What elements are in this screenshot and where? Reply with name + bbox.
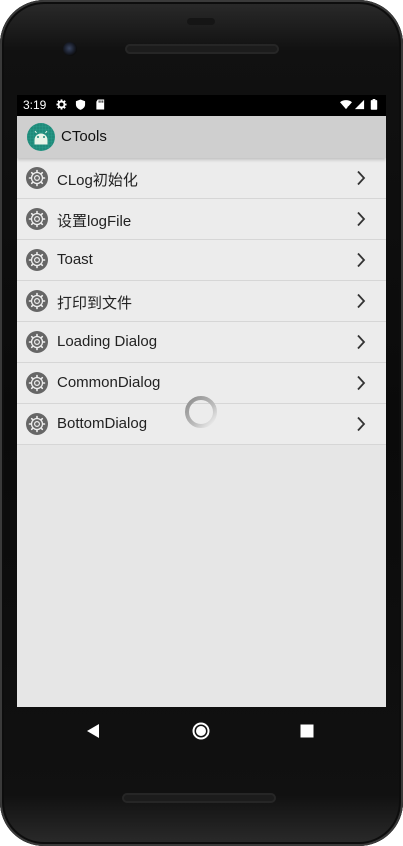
chevron-right-icon	[357, 170, 366, 186]
android-icon	[27, 123, 55, 151]
menu-item-label: Loading Dialog	[57, 333, 158, 350]
top-speaker	[125, 44, 279, 54]
menu-item-label: CommonDialog	[57, 374, 161, 391]
menu-item-toast[interactable]: Toast	[17, 240, 386, 281]
chevron-right-icon	[357, 293, 366, 309]
menu-item-label: 设置logFile	[57, 213, 132, 230]
chevron-right-icon	[357, 416, 366, 432]
recents-icon[interactable]	[297, 721, 317, 741]
screen: 3:19 CTools CLog初始化 设置logFile Toast 打印到文…	[17, 95, 386, 707]
chevron-right-icon	[357, 334, 366, 350]
sd-card-icon	[96, 99, 105, 110]
chevron-right-icon	[357, 211, 366, 227]
menu-item-set-logfile[interactable]: 设置logFile	[17, 199, 386, 240]
gear-icon	[26, 249, 48, 271]
menu-item-loading-dialog[interactable]: Loading Dialog	[17, 322, 386, 363]
menu-item-label: 打印到文件	[57, 295, 133, 312]
status-time: 3:19	[23, 98, 47, 112]
shield-icon	[75, 99, 86, 110]
status-bar: 3:19	[17, 95, 386, 116]
menu-item-label: CLog初始化	[57, 172, 138, 189]
chevron-right-icon	[357, 252, 366, 268]
menu-item-print-to-file[interactable]: 打印到文件	[17, 281, 386, 322]
earpiece	[187, 18, 215, 25]
gear-icon	[26, 331, 48, 353]
bottom-speaker	[122, 793, 276, 803]
menu-item-label: Toast	[57, 251, 93, 268]
back-icon[interactable]	[84, 721, 104, 741]
menu-item-clog-init[interactable]: CLog初始化	[17, 158, 386, 199]
front-camera	[63, 42, 77, 56]
wifi-icon	[340, 100, 352, 110]
app-bar: CTools	[17, 116, 386, 158]
phone-frame: 3:19 CTools CLog初始化 设置logFile Toast 打印到文…	[0, 0, 403, 846]
signal-icon	[354, 99, 365, 110]
gear-icon	[26, 167, 48, 189]
gear-icon	[56, 99, 67, 110]
gear-icon	[26, 208, 48, 230]
menu-item-label: BottomDialog	[57, 415, 148, 432]
gear-icon	[26, 372, 48, 394]
navigation-bar	[0, 707, 403, 752]
gear-icon	[26, 290, 48, 312]
chevron-right-icon	[357, 375, 366, 391]
gear-icon	[26, 413, 48, 435]
battery-icon	[370, 99, 378, 110]
loading-spinner	[185, 396, 217, 428]
app-title: CTools	[61, 128, 107, 145]
home-icon[interactable]	[191, 721, 211, 741]
